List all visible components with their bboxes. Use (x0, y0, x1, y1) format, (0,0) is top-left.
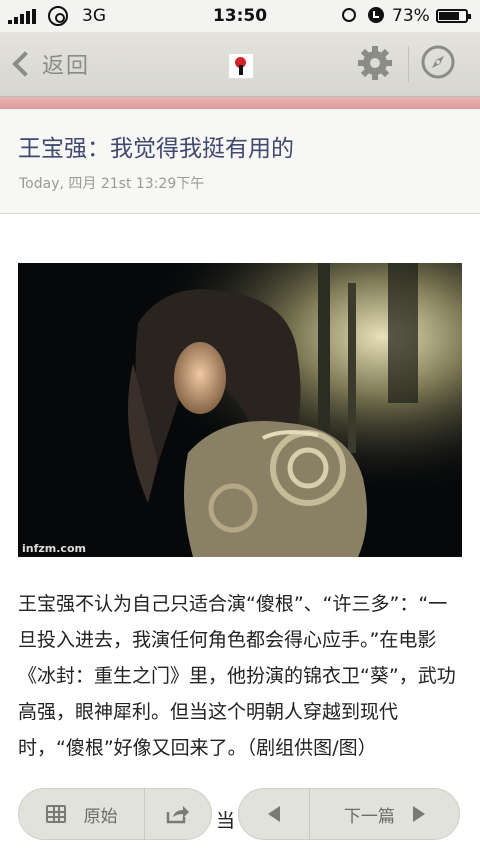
share-button[interactable] (145, 789, 211, 839)
status-bar: 3G 13:50 73% (0, 0, 480, 32)
accent-strip (0, 97, 480, 109)
back-label: 返回 (42, 54, 91, 79)
article-body: 王宝强不认为自己只适合演“傻根”、“许三多”：“一旦投入进去，我演任何角色都会得… (18, 586, 464, 766)
article-title: 王宝强：我觉得我挺有用的 (18, 136, 294, 162)
toolbar-right: 下一篇 (238, 788, 460, 840)
gear-icon[interactable] (356, 44, 394, 82)
back-chevron-icon (12, 51, 38, 77)
photo-illustration (18, 263, 462, 557)
original-button[interactable]: 原始 (19, 789, 144, 839)
next-article-button[interactable]: 下一篇 (310, 789, 459, 839)
article-photo: infzm.com (18, 263, 462, 557)
share-icon (166, 806, 190, 824)
next-arrow-icon (412, 806, 425, 822)
article-header: 王宝强：我觉得我挺有用的 Today, 四月 21st 13:29下午 (0, 109, 480, 214)
compass-icon[interactable] (420, 44, 456, 80)
back-button[interactable]: 返回 (10, 46, 90, 82)
grid-icon (45, 805, 66, 823)
next-label: 下一篇 (343, 806, 395, 827)
article-paragraph: 王宝强不认为自己只适合演“傻根”、“许三多”：“一旦投入进去，我演任何角色都会得… (18, 593, 456, 759)
battery-icon (436, 9, 471, 23)
prev-arrow-icon (267, 806, 280, 822)
rotation-lock-icon (342, 8, 356, 22)
image-watermark: infzm.com (22, 542, 86, 555)
article-date: Today, 四月 21st 13:29下午 (19, 176, 205, 192)
original-label: 原始 (83, 806, 118, 827)
nav-divider (408, 46, 409, 82)
battery-percent: 73% (392, 6, 430, 26)
toolbar-left: 原始 (18, 788, 212, 840)
app-logo-icon (228, 53, 254, 79)
article-paragraph-partial: 当 (216, 810, 236, 832)
navigation-bar: 返回 (0, 32, 480, 97)
previous-article-button[interactable] (239, 789, 309, 839)
alarm-icon (368, 7, 384, 23)
